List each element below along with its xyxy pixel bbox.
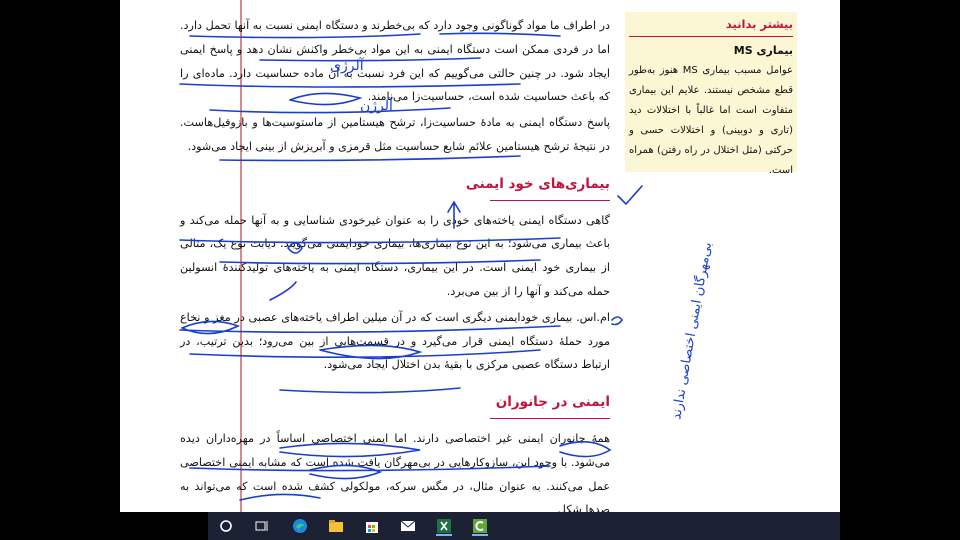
mail-icon[interactable]	[398, 516, 418, 536]
paragraph-ms: ام.اس. بیماری خودایمنی دیگری است که در آ…	[180, 310, 610, 372]
start-circle-icon[interactable]	[216, 516, 236, 536]
active-indicator	[436, 534, 452, 536]
paragraph-allergy: در اطراف ما مواد گوناگونی وجود دارد که ب…	[180, 19, 610, 104]
store-icon[interactable]	[362, 516, 382, 536]
check-mark	[617, 185, 643, 206]
know-more-box: بیشتر بدانید بیماری MS عوامل مسبب بیماری…	[625, 12, 797, 176]
ms-subtitle: بیماری MS	[733, 44, 793, 57]
paragraph-autoimmune: گاهی دستگاه ایمنی یاخته‌های خودی را به ع…	[180, 213, 610, 298]
file-explorer-icon[interactable]	[326, 516, 346, 536]
heading-autoimmune: بیماری‌های خود ایمنی	[180, 173, 610, 201]
task-view-icon[interactable]	[252, 516, 272, 536]
active-indicator	[472, 534, 488, 536]
document-page: در اطراف ما مواد گوناگونی وجود دارد که ب…	[120, 0, 840, 512]
edge-browser-icon[interactable]	[290, 516, 310, 536]
heading-animal-immunity: ایمنی در جانوران	[180, 391, 610, 419]
windows-taskbar	[208, 512, 840, 540]
excel-icon[interactable]	[434, 516, 454, 536]
main-text: در اطراف ما مواد گوناگونی وجود دارد که ب…	[180, 14, 610, 512]
arrow-mark	[611, 316, 623, 326]
ms-body: عوامل مسبب بیماری MS هنوز به‌طور قطع مشخ…	[629, 65, 794, 176]
paragraph-animal-immunity: همهٔ جانوران ایمنی غیر اختصاصی دارند. ام…	[180, 431, 610, 512]
know-more-title: بیشتر بدانید	[629, 12, 793, 37]
paragraph-histamine: پاسخ دستگاه ایمنی به مادهٔ حساسیت‌زا، تر…	[180, 116, 610, 153]
camtasia-icon[interactable]	[470, 516, 490, 536]
handwritten-margin-note: بی‌مهرگان ایمنی اختصاصی ندارند	[668, 241, 715, 421]
